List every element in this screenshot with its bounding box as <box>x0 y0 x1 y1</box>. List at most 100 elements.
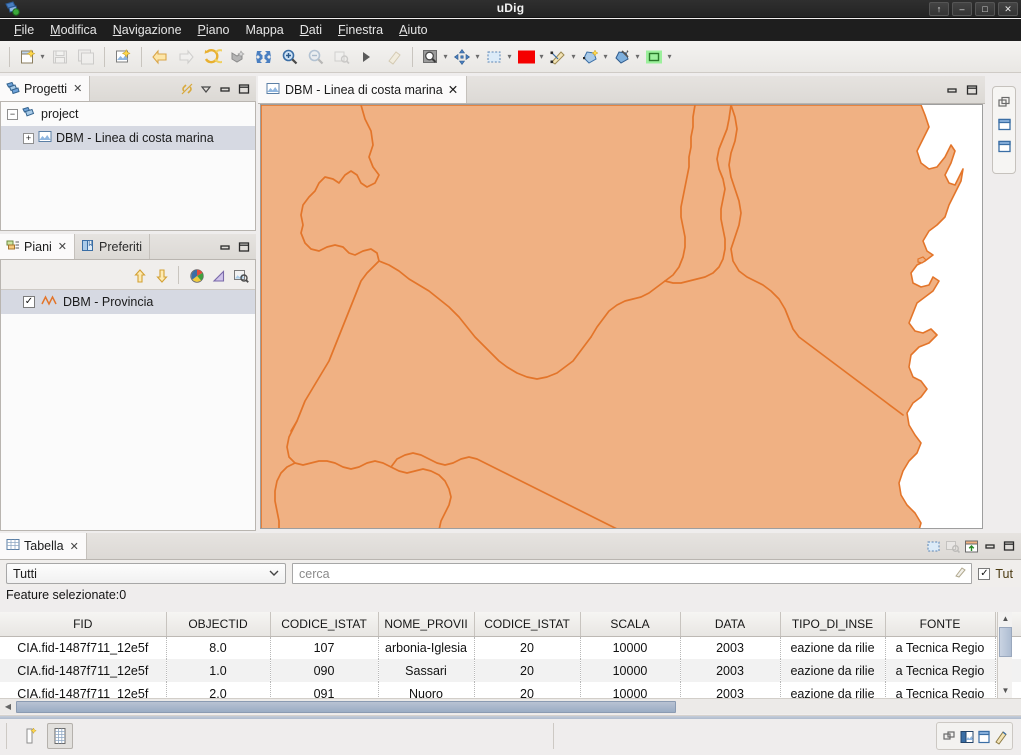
perspective-switch-icon[interactable] <box>942 729 956 743</box>
table-filter-bar: Tutti cerca ✓ Tut <box>0 560 1021 587</box>
table-perspective-icon[interactable] <box>976 729 990 744</box>
tab-piani[interactable]: Piani ✕ <box>0 234 76 259</box>
layers-body: ✓ DBM - Provincia <box>0 260 256 531</box>
scroll-down-icon[interactable]: ▼ <box>998 684 1013 698</box>
filter-combo[interactable]: Tutti <box>6 563 286 584</box>
collapse-icon[interactable]: − <box>7 108 18 120</box>
land-polygon <box>261 105 964 528</box>
back-arrow-icon[interactable] <box>147 44 173 70</box>
close-icon[interactable]: ✕ <box>70 540 79 553</box>
pan-right-icon[interactable] <box>355 44 381 70</box>
new-map-icon[interactable] <box>110 44 136 70</box>
move-layer-up-icon[interactable] <box>132 268 146 283</box>
chevron-down-icon[interactable] <box>267 567 281 581</box>
map-canvas[interactable] <box>260 104 983 529</box>
zoom-extent-icon[interactable] <box>251 44 277 70</box>
edit-geometry-dropdown-icon[interactable]: ▾ <box>569 45 578 69</box>
close-icon[interactable]: ✕ <box>448 82 458 97</box>
view-placeholder-2-icon[interactable] <box>997 139 1011 153</box>
scroll-up-icon[interactable]: ▲ <box>998 612 1013 626</box>
restore-up-button[interactable]: ↑ <box>929 2 949 16</box>
col-objectid[interactable]: OBJECTID <box>166 612 271 637</box>
search-input[interactable]: cerca <box>292 563 973 584</box>
layer-visibility-checkbox[interactable]: ✓ <box>23 296 35 308</box>
menu-aiuto[interactable]: Aiuto <box>391 21 436 39</box>
zoom-to-layer-icon[interactable] <box>225 44 251 70</box>
minimize-icon[interactable] <box>945 83 959 97</box>
expand-icon[interactable]: + <box>23 132 34 144</box>
tree-node-project[interactable]: − project <box>1 102 255 126</box>
zoom-to-layer-icon[interactable] <box>233 268 249 283</box>
layer-row-dbm-provincia[interactable]: ✓ DBM - Provincia <box>1 290 255 314</box>
select-box-dropdown-icon[interactable]: ▾ <box>505 45 514 69</box>
col-fonte[interactable]: FONTE <box>885 612 996 637</box>
transparency-icon[interactable] <box>211 268 225 282</box>
menu-modifica[interactable]: Modifica <box>42 21 105 39</box>
select-rectangle-dropdown-icon[interactable]: ▾ <box>665 45 674 69</box>
zoom-in-icon[interactable] <box>277 44 303 70</box>
pan-tool-dropdown-icon[interactable]: ▾ <box>473 45 482 69</box>
menu-finestra[interactable]: Finestra <box>330 21 391 39</box>
map-perspective-icon[interactable] <box>959 729 974 743</box>
minimize-icon[interactable] <box>983 539 997 553</box>
menu-mappa[interactable]: Mappa <box>238 21 292 39</box>
maximize-button[interactable]: □ <box>975 2 995 16</box>
style-editor-icon[interactable] <box>189 268 204 283</box>
table-row[interactable]: CIA.fid-1487f711_12e5f 8.0 107 arbonia-I… <box>0 636 1021 659</box>
menu-file[interactable]: File <box>6 21 42 39</box>
col-tipo-di-inserimento[interactable]: TIPO_DI_INSE <box>780 612 886 637</box>
show-map-icon[interactable] <box>19 723 45 749</box>
maximize-icon[interactable] <box>237 82 251 96</box>
fill-color-dropdown-icon[interactable]: ▾ <box>537 45 546 69</box>
minimize-icon[interactable] <box>218 82 232 96</box>
maximize-icon[interactable] <box>1002 539 1016 553</box>
menu-navigazione[interactable]: Navigazione <box>105 21 190 39</box>
refresh-icon[interactable] <box>199 44 225 70</box>
link-with-editor-icon[interactable] <box>180 82 194 96</box>
minimize-icon[interactable] <box>218 240 232 254</box>
tab-map-editor[interactable]: DBM - Linea di costa marina ✕ <box>258 76 468 103</box>
maximize-icon[interactable] <box>237 240 251 254</box>
close-button[interactable]: ✕ <box>998 2 1018 16</box>
select-all-icon[interactable] <box>926 539 940 553</box>
view-placeholder-1-icon[interactable] <box>997 117 1011 131</box>
all-features-checkbox[interactable]: ✓ <box>978 567 991 580</box>
feature-table[interactable]: FID OBJECTID CODICE_ISTAT NOME_PROVII CO… <box>0 612 1021 698</box>
tree-node-map[interactable]: + DBM - Linea di costa marina <box>1 126 255 150</box>
clear-search-icon[interactable] <box>953 565 967 582</box>
fill-polygon-dropdown-icon[interactable]: ▾ <box>633 45 642 69</box>
tab-progetti[interactable]: Progetti ✕ <box>0 76 91 101</box>
show-table-icon[interactable] <box>47 722 73 749</box>
editor-tabrow: DBM - Linea di costa marina ✕ <box>258 76 985 104</box>
tab-preferiti[interactable]: Preferiti <box>75 234 151 259</box>
horizontal-scroll-thumb[interactable] <box>16 701 676 713</box>
col-codice-istat-1[interactable]: CODICE_ISTAT <box>270 612 379 637</box>
col-fid[interactable]: FID <box>0 612 167 637</box>
create-polygon-dropdown-icon[interactable]: ▾ <box>601 45 610 69</box>
tab-tabella[interactable]: Tabella ✕ <box>0 533 87 559</box>
export-table-icon[interactable] <box>964 539 978 553</box>
view-menu-icon[interactable] <box>199 82 213 96</box>
move-layer-down-icon[interactable] <box>154 268 168 283</box>
table-horizontal-scrollbar[interactable]: ◀ <box>0 698 1021 714</box>
style-perspective-icon[interactable] <box>993 729 1007 745</box>
col-codice-istat-2[interactable]: CODICE_ISTAT <box>474 612 581 637</box>
new-project-dropdown-icon[interactable]: ▾ <box>38 45 47 69</box>
table-vertical-scrollbar[interactable]: ▲ ▼ <box>997 612 1012 698</box>
menu-dati[interactable]: Dati <box>292 21 330 39</box>
vertical-scroll-thumb[interactable] <box>999 627 1012 657</box>
cell-codice-istat-1: 090 <box>270 659 379 682</box>
minimize-button[interactable]: – <box>952 2 972 16</box>
close-icon[interactable]: ✕ <box>73 82 82 95</box>
table-row[interactable]: CIA.fid-1487f711_12e5f 1.0 090 Sassari 2… <box>0 659 1021 682</box>
table-row[interactable]: CIA.fid-1487f711_12e5f 2.0 091 Nuoro 20 … <box>0 682 1021 698</box>
info-tool-dropdown-icon[interactable]: ▾ <box>441 45 450 69</box>
restore-view-icon[interactable] <box>997 95 1011 109</box>
col-scala[interactable]: SCALA <box>580 612 681 637</box>
col-nome-provincia[interactable]: NOME_PROVII <box>378 612 475 637</box>
close-icon[interactable]: ✕ <box>58 240 67 253</box>
col-data[interactable]: DATA <box>680 612 781 637</box>
maximize-icon[interactable] <box>965 83 979 97</box>
menu-piano[interactable]: Piano <box>190 21 238 39</box>
scroll-left-icon[interactable]: ◀ <box>2 701 14 713</box>
